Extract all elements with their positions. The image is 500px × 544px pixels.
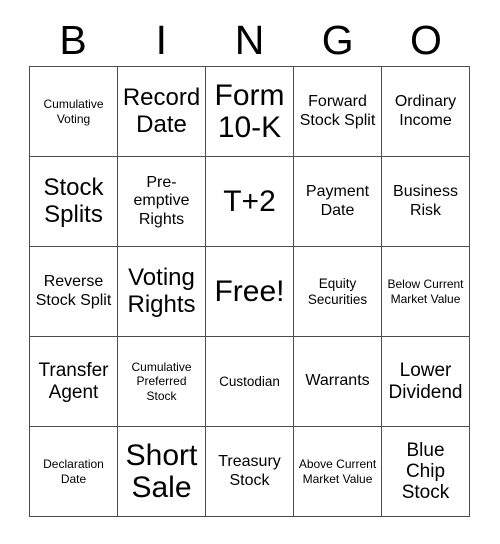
bingo-header-letter-b: B <box>59 16 87 63</box>
bingo-cell-r4c2[interactable]: Cumulative Preferred Stock <box>118 337 206 427</box>
bingo-header-row: B I N G O <box>29 14 470 66</box>
bingo-header-letter-o: O <box>409 16 442 63</box>
bingo-cell-label: Form 10-K <box>214 78 285 144</box>
bingo-cell-r3c1[interactable]: Reverse Stock Split <box>30 247 118 337</box>
bingo-cell-r2c1[interactable]: Stock Splits <box>30 157 118 247</box>
bingo-cell-label: Custodian <box>219 373 280 389</box>
bingo-cell-label: T+2 <box>223 184 276 218</box>
bingo-cell-r5c5[interactable]: Blue Chip Stock <box>382 427 470 517</box>
bingo-cell-label: Lower Dividend <box>388 360 463 403</box>
bingo-cell-r1c1[interactable]: Cumulative Voting <box>30 67 118 157</box>
bingo-cell-label: Equity Securities <box>307 275 368 307</box>
bingo-header-letter-g: G <box>321 16 354 63</box>
bingo-cell-label: Above Current Market Value <box>298 457 377 486</box>
bingo-cell-label: Forward Stock Split <box>299 93 376 129</box>
bingo-cell-r3c2[interactable]: Voting Rights <box>118 247 206 337</box>
bingo-cell-label: Cumulative Preferred Stock <box>131 360 192 403</box>
bingo-cell-label: Short Sale <box>125 438 198 504</box>
bingo-cell-r2c4[interactable]: Payment Date <box>294 157 382 247</box>
bingo-cell-r2c5[interactable]: Business Risk <box>382 157 470 247</box>
bingo-grid: Cumulative Voting Record Date Form 10-K … <box>29 66 470 517</box>
bingo-cell-label: Transfer Agent <box>38 360 109 403</box>
bingo-cell-r4c1[interactable]: Transfer Agent <box>30 337 118 427</box>
bingo-cell-r3c5[interactable]: Below Current Market Value <box>382 247 470 337</box>
bingo-cell-r4c5[interactable]: Lower Dividend <box>382 337 470 427</box>
bingo-cell-r5c1[interactable]: Declaration Date <box>30 427 118 517</box>
bingo-cell-r2c2[interactable]: Pre- emptive Rights <box>118 157 206 247</box>
bingo-cell-r1c3[interactable]: Form 10-K <box>206 67 294 157</box>
bingo-cell-label: Stock Splits <box>43 174 104 228</box>
bingo-header-letter-n: N <box>234 16 265 63</box>
bingo-cell-label: Pre- emptive Rights <box>133 173 190 228</box>
bingo-cell-label: Payment Date <box>305 183 370 219</box>
bingo-cell-label: Free! <box>214 274 285 308</box>
bingo-card: B I N G O Cumulative Voting Record Date … <box>0 0 500 544</box>
bingo-cell-label: Blue Chip Stock <box>401 439 450 504</box>
bingo-header-letter-i: I <box>155 16 167 63</box>
bingo-cell-label: Business Risk <box>393 183 458 219</box>
bingo-cell-r5c3[interactable]: Treasury Stock <box>206 427 294 517</box>
bingo-cell-r5c2[interactable]: Short Sale <box>118 427 206 517</box>
bingo-cell-r4c3[interactable]: Custodian <box>206 337 294 427</box>
bingo-cell-free-space[interactable]: Free! <box>206 247 294 337</box>
bingo-cell-r4c4[interactable]: Warrants <box>294 337 382 427</box>
bingo-cell-label: Declaration Date <box>43 457 104 486</box>
bingo-cell-r1c5[interactable]: Ordinary Income <box>382 67 470 157</box>
bingo-cell-r2c3[interactable]: T+2 <box>206 157 294 247</box>
bingo-cell-label: Reverse Stock Split <box>35 273 112 309</box>
bingo-cell-label: Record Date <box>122 84 201 138</box>
bingo-cell-label: Warrants <box>305 372 370 390</box>
bingo-cell-label: Ordinary Income <box>394 93 457 129</box>
bingo-cell-label: Below Current Market Value <box>387 277 464 306</box>
bingo-cell-label: Voting Rights <box>127 264 196 318</box>
bingo-cell-r1c4[interactable]: Forward Stock Split <box>294 67 382 157</box>
bingo-cell-label: Cumulative Voting <box>43 97 104 126</box>
bingo-cell-r5c4[interactable]: Above Current Market Value <box>294 427 382 517</box>
bingo-cell-r3c4[interactable]: Equity Securities <box>294 247 382 337</box>
bingo-cell-label: Treasury Stock <box>218 453 281 489</box>
bingo-cell-r1c2[interactable]: Record Date <box>118 67 206 157</box>
